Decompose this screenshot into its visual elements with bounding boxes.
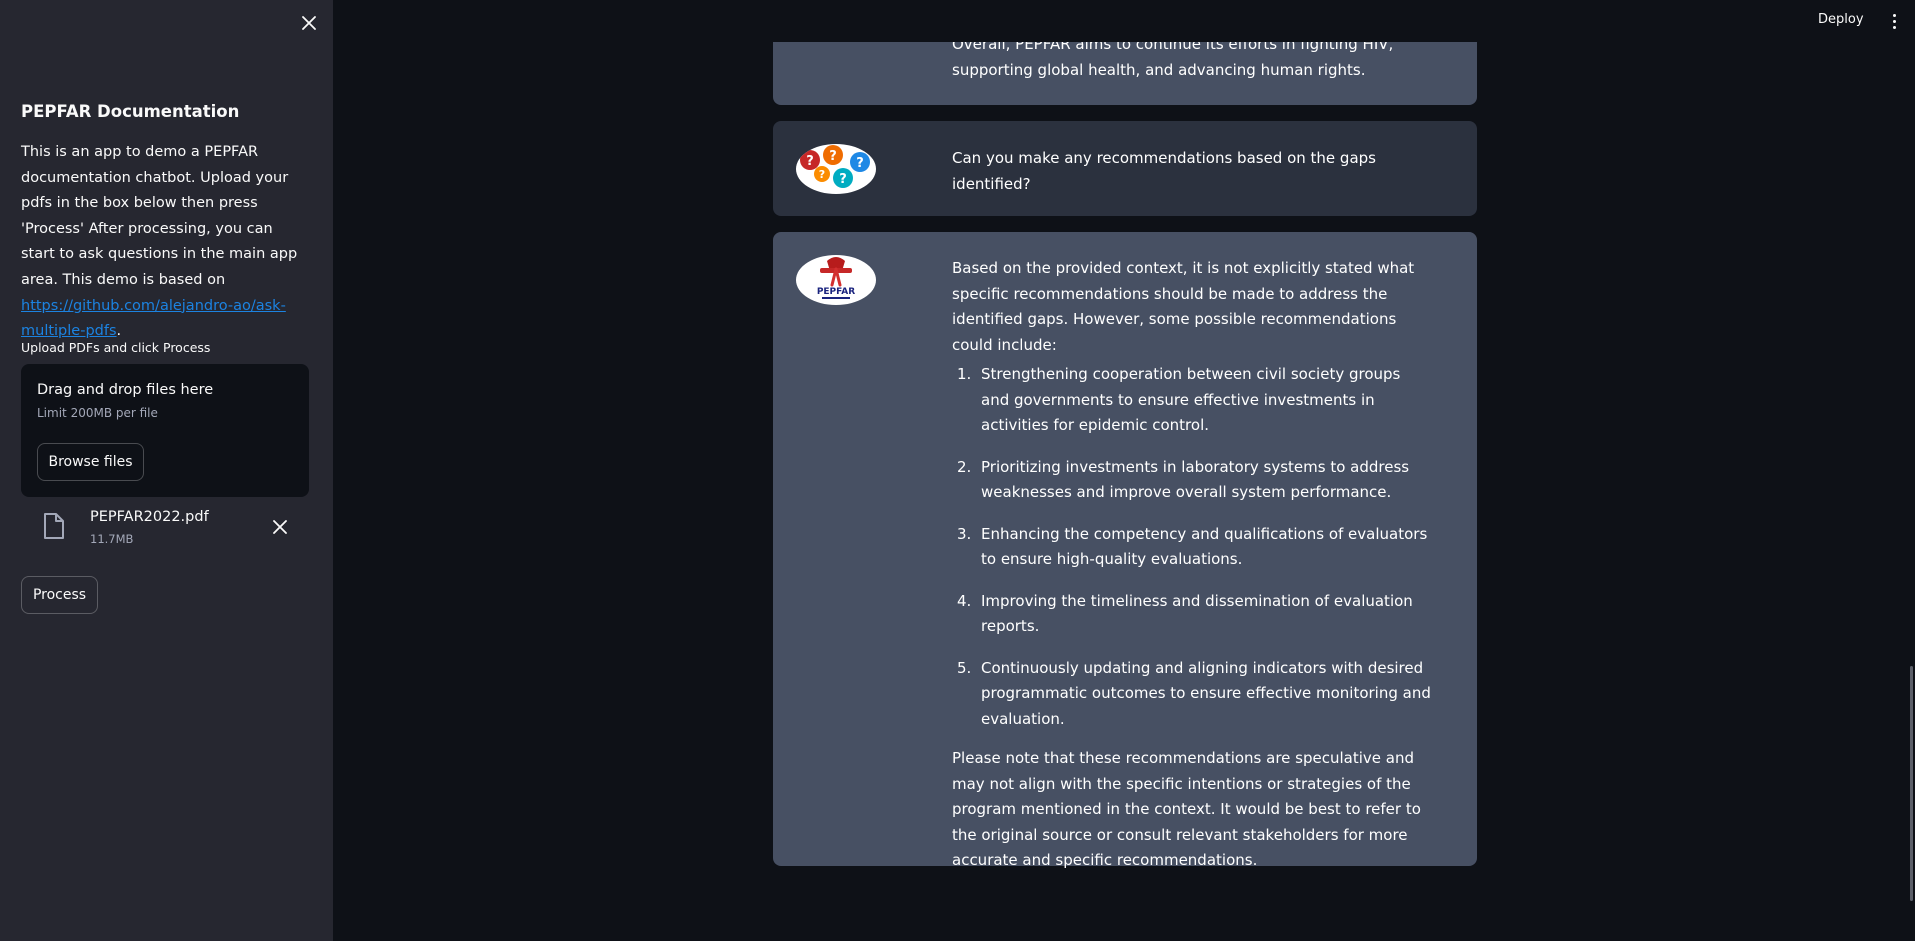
file-dropzone[interactable]: Drag and drop files here Limit 200MB per… [21,364,309,497]
recommendation-text: Strengthening cooperation between civil … [981,365,1401,434]
pepfar-avatar: PEPFAR [796,255,876,305]
browse-files-button[interactable]: Browse files [37,443,144,481]
svg-text:?: ? [856,156,864,171]
recommendation-text: Prioritizing investments in laboratory s… [981,457,1410,502]
sidebar-description: This is an app to demo a PEPFAR document… [21,140,311,345]
file-name: PEPFAR2022.pdf [90,509,209,525]
process-button[interactable]: Process [21,576,98,614]
user-avatar: ? ? ? ? ? [796,144,876,194]
dropzone-text: Drag and drop files here [37,382,214,398]
file-size: 11.7MB [90,532,134,546]
recommendation-item: 3. Enhancing the competency and qualifica… [952,522,1432,573]
user-message: ? ? ? ? ? Can you make any recommendatio… [773,121,1477,216]
kebab-menu-icon[interactable] [1888,12,1900,30]
svg-text:?: ? [806,154,814,169]
bot-message: PEPFAR Based on the provided context, it… [773,232,1477,869]
sidebar: PEPFAR Documentation This is an app to d… [0,0,333,941]
sidebar-close-icon[interactable] [298,12,320,34]
recommendation-number: 4. [957,591,972,610]
sidebar-description-end: . [116,323,122,340]
recommendation-number: 1. [957,365,972,383]
question-bubbles-icon: ? ? ? ? ? [800,145,870,188]
recommendation-item: 5. Continuously updating and aligning ind… [952,656,1432,733]
recommendation-text: Improving the timeliness and disseminati… [981,591,1413,636]
bot-answer-outro: Please note that these recommendations a… [952,749,1421,869]
scrollbar[interactable] [1910,666,1913,901]
recommendation-item: 1. Strengthening cooperation between civi… [952,362,1432,439]
remove-file-icon[interactable] [273,519,287,538]
avatar-label: PEPFAR [817,287,855,297]
file-icon [43,513,65,543]
recommendation-text: Enhancing the competency and qualificati… [981,524,1428,569]
header-bar [333,0,1910,42]
svg-text:?: ? [839,172,847,187]
recommendation-text: Continuously updating and aligning indic… [981,658,1431,728]
deploy-button[interactable]: Deploy [1818,12,1864,27]
recommendation-item: 2. Prioritizing investments in laboratory… [952,455,1432,506]
uploaded-file-item: PEPFAR2022.pdf 11.7MB [21,505,309,551]
dropzone-limit: Limit 200MB per file [37,406,158,420]
recommendation-number: 5. [957,658,972,677]
github-link[interactable]: https://github.com/alejandro-ao/ask-mult… [21,298,286,340]
bot-answer-intro: Based on the provided context, it is not… [952,259,1415,354]
sidebar-title: PEPFAR Documentation [21,102,240,121]
pepfar-logo-icon: PEPFAR [817,257,855,299]
sidebar-description-text: This is an app to demo a PEPFAR document… [21,144,298,288]
svg-text:?: ? [829,149,837,164]
bot-answer-body: Based on the provided context, it is not… [952,256,1432,874]
user-message-text: Can you make any recommendations based o… [952,149,1376,193]
recommendation-item: 4. Improving the timeliness and dissemina… [952,589,1432,640]
recommendation-number: 2. [957,457,972,476]
recommendation-number: 3. [957,524,972,543]
svg-text:?: ? [819,168,825,181]
recommendations-list: 1. Strengthening cooperation between civi… [952,362,1432,732]
upload-label: Upload PDFs and click Process [21,340,211,355]
